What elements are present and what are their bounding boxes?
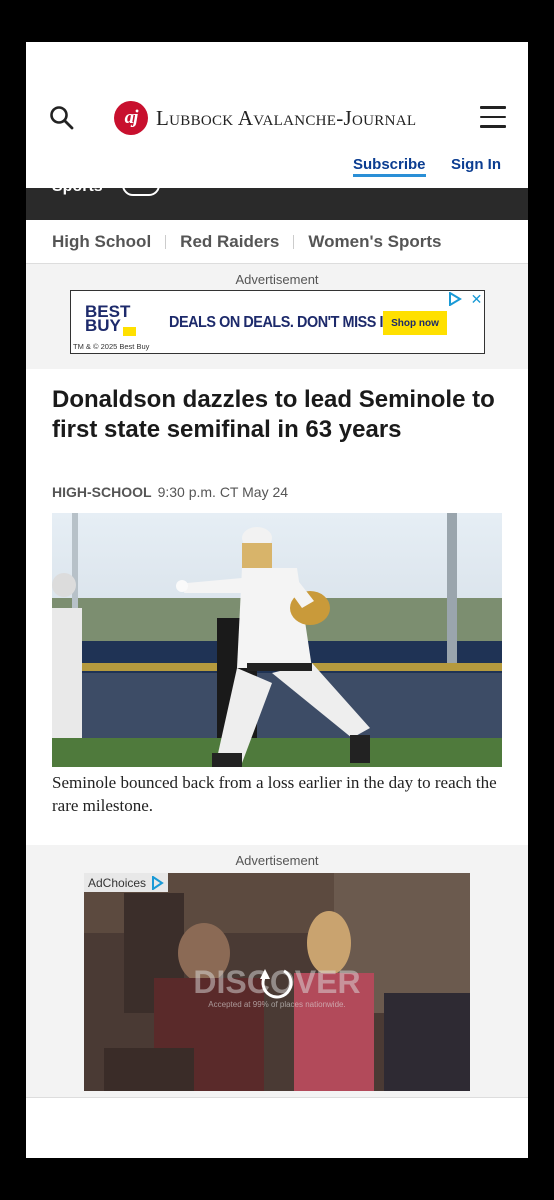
article-timestamp: 9:30 p.m. CT May 24 xyxy=(157,484,289,500)
section-label[interactable]: Sports xyxy=(52,188,103,196)
video-ad-frame: DISCOVER Accepted at 99% of places natio… xyxy=(84,873,470,1091)
sub-navigation: High School Red Raiders Women's Sports xyxy=(26,220,528,264)
phone-screen: aj Lubbock Avalanche-Journal Subscribe S… xyxy=(26,42,528,1158)
subscribe-link[interactable]: Subscribe xyxy=(353,156,426,177)
nav-item-red-raiders[interactable]: Red Raiders xyxy=(180,232,279,252)
adchoices-label: AdChoices xyxy=(88,875,147,890)
discover-tagline: Accepted at 99% of places nationwide. xyxy=(208,1000,345,1009)
best-buy-logo: BEST BUY xyxy=(85,302,131,335)
baseball-pitcher-photo xyxy=(52,513,502,767)
divider xyxy=(26,1097,528,1098)
adchoices-icon xyxy=(152,875,164,890)
best-buy-banner-ad[interactable]: BEST BUY DEALS ON DEALS. DON'T MISS IT. … xyxy=(70,290,485,354)
section-toggle-pill[interactable] xyxy=(122,188,160,196)
photo-caption: Seminole bounced back from a loss earlie… xyxy=(52,773,497,815)
logo-mark: aj xyxy=(114,101,148,135)
adchoices-icon[interactable] xyxy=(447,292,463,306)
hamburger-menu-icon[interactable] xyxy=(480,106,506,128)
section-bar: Sports xyxy=(26,188,528,220)
ad-headline: DEALS ON DEALS. DON'T MISS IT. xyxy=(169,314,394,331)
article-headline[interactable]: Donaldson dazzles to lead Seminole to fi… xyxy=(52,385,502,445)
adchoices-badge[interactable]: AdChoices xyxy=(84,873,169,892)
article-photo[interactable] xyxy=(52,513,502,767)
nav-separator xyxy=(165,234,167,249)
close-ad-icon[interactable]: ✕ xyxy=(467,291,486,307)
article-card[interactable]: Donaldson dazzles to lead Seminole to fi… xyxy=(26,369,528,845)
discover-wordmark: DISCOVER xyxy=(193,964,360,1000)
nav-item-high-school[interactable]: High School xyxy=(52,232,151,252)
advertisement-label: Advertisement xyxy=(235,272,319,287)
advertisement-label: Advertisement xyxy=(235,853,319,868)
nav-item-womens-sports[interactable]: Women's Sports xyxy=(308,232,441,252)
shop-now-button[interactable]: Shop now xyxy=(383,311,447,335)
ad-legal-text: TM & © 2025 Best Buy xyxy=(73,342,150,351)
search-icon[interactable] xyxy=(48,104,76,132)
sign-in-link[interactable]: Sign In xyxy=(451,156,501,173)
best-buy-tag-icon xyxy=(123,327,136,336)
advertisement-slot-bottom: Advertisement DISCOVER Accepted at 99% o… xyxy=(26,845,528,1097)
article-meta: HIGH-SCHOOL 9:30 p.m. CT May 24 xyxy=(52,484,288,500)
site-logo[interactable]: aj Lubbock Avalanche-Journal xyxy=(114,100,416,136)
publication-name: Lubbock Avalanche-Journal xyxy=(156,105,417,130)
discover-video-ad[interactable]: DISCOVER Accepted at 99% of places natio… xyxy=(84,873,470,1091)
site-header: aj Lubbock Avalanche-Journal Subscribe S… xyxy=(26,42,528,188)
advertisement-slot-top: Advertisement BEST BUY DEALS ON DEALS. D… xyxy=(26,264,528,369)
nav-separator xyxy=(293,234,295,249)
article-category[interactable]: HIGH-SCHOOL xyxy=(52,484,152,500)
